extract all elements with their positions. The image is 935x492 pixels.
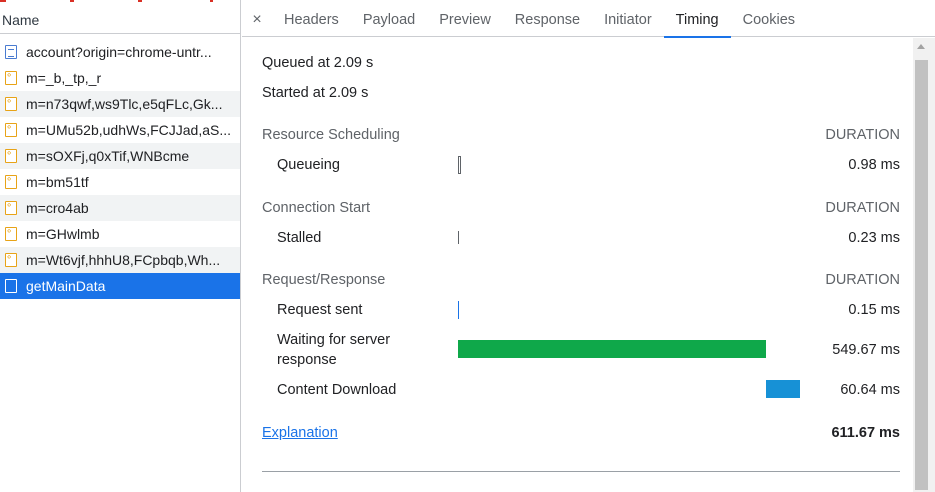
duration-header: DURATION xyxy=(825,272,900,288)
waiting-bar xyxy=(458,340,766,358)
script-icon xyxy=(5,226,17,241)
fetch-icon xyxy=(5,279,17,293)
row-label-queueing: Queueing xyxy=(277,157,340,173)
tab-cookies[interactable]: Cookies xyxy=(731,3,807,37)
request-name: m=GHwlmb xyxy=(26,226,100,242)
tab-headers[interactable]: Headers xyxy=(272,3,351,37)
request-row[interactable]: m=Wt6vjf,hhhU8,FCpbqb,Wh... xyxy=(0,247,240,273)
request-name: m=cro4ab xyxy=(26,200,89,216)
row-value-request-sent: 0.15 ms xyxy=(848,302,900,318)
request-row[interactable]: m=sOXFj,q0xTif,WNBcme xyxy=(0,143,240,169)
row-label-waiting-line1: Waiting for server xyxy=(277,332,391,348)
script-icon xyxy=(5,148,17,163)
started-at: Started at 2.09 s xyxy=(262,85,369,101)
section-title-connection-start: Connection Start xyxy=(262,200,371,216)
request-row[interactable]: m=GHwlmb xyxy=(0,221,240,247)
tab-payload[interactable]: Payload xyxy=(351,3,427,37)
script-icon xyxy=(5,122,17,137)
document-icon xyxy=(5,45,17,59)
row-label-waiting-line2: response xyxy=(277,352,337,368)
request-row[interactable]: m=bm51tf xyxy=(0,169,240,195)
tab-initiator[interactable]: Initiator xyxy=(592,3,664,37)
request-name: m=Wt6vjf,hhhU8,FCpbqb,Wh... xyxy=(26,252,221,268)
request-row[interactable]: account?origin=chrome-untr... xyxy=(0,39,240,65)
queued-at: Queued at 2.09 s xyxy=(262,55,374,71)
scroll-up-arrow-icon[interactable] xyxy=(917,44,925,49)
duration-header: DURATION xyxy=(825,127,900,143)
request-row[interactable]: m=UMu52b,udhWs,FCJJad,aS... xyxy=(0,117,240,143)
request-name: m=UMu52b,udhWs,FCJJad,aS... xyxy=(26,122,232,138)
request-name: account?origin=chrome-untr... xyxy=(26,44,212,60)
timing-panel: Queued at 2.09 s Started at 2.09 s Resou… xyxy=(242,38,912,492)
request-name: m=n73qwf,ws9Tlc,e5qFLc,Gk... xyxy=(26,96,223,112)
script-icon xyxy=(5,252,17,267)
overview-strip xyxy=(0,0,240,3)
request-name: m=_b,_tp,_r xyxy=(26,70,102,86)
row-value-waiting: 549.67 ms xyxy=(832,342,900,358)
request-rows: account?origin=chrome-untr... m=_b,_tp,_… xyxy=(0,39,240,299)
request-list-panel: Name account?origin=chrome-untr... m=_b,… xyxy=(0,0,241,492)
request-row-selected[interactable]: getMainData xyxy=(0,273,240,299)
stalled-bar xyxy=(458,231,459,244)
row-label-content-download: Content Download xyxy=(277,382,397,398)
request-row[interactable]: m=_b,_tp,_r xyxy=(0,65,240,91)
request-name: m=bm51tf xyxy=(26,174,89,190)
vertical-scrollbar[interactable] xyxy=(913,38,935,492)
row-label-stalled: Stalled xyxy=(277,230,322,246)
script-icon xyxy=(5,200,17,215)
content-download-bar xyxy=(766,380,800,398)
section-title-request-response: Request/Response xyxy=(262,272,386,288)
duration-header: DURATION xyxy=(825,200,900,216)
divider xyxy=(262,471,900,472)
tab-preview[interactable]: Preview xyxy=(427,3,503,37)
script-icon xyxy=(5,96,17,111)
queueing-bar xyxy=(458,156,461,174)
request-name: m=sOXFj,q0xTif,WNBcme xyxy=(26,148,190,164)
section-title-resource-scheduling: Resource Scheduling xyxy=(262,127,400,143)
request-row[interactable]: m=n73qwf,ws9Tlc,e5qFLc,Gk... xyxy=(0,91,240,117)
name-column-header[interactable]: Name xyxy=(0,6,240,34)
row-label-request-sent: Request sent xyxy=(277,302,363,318)
row-value-content-download: 60.64 ms xyxy=(840,382,900,398)
explanation-link[interactable]: Explanation xyxy=(262,425,338,441)
row-value-stalled: 0.23 ms xyxy=(848,230,900,246)
request-name: getMainData xyxy=(26,278,106,294)
row-value-queueing: 0.98 ms xyxy=(848,157,900,173)
script-icon xyxy=(5,70,17,85)
request-sent-bar xyxy=(458,301,459,319)
tab-timing[interactable]: Timing xyxy=(663,3,731,38)
total-duration: 611.67 ms xyxy=(831,425,900,441)
scrollbar-thumb[interactable] xyxy=(915,60,928,490)
detail-tab-bar: × Headers Payload Preview Response Initi… xyxy=(242,3,935,38)
script-icon xyxy=(5,174,17,189)
request-row[interactable]: m=cro4ab xyxy=(0,195,240,221)
close-icon[interactable]: × xyxy=(242,3,272,37)
tab-response[interactable]: Response xyxy=(503,3,592,37)
